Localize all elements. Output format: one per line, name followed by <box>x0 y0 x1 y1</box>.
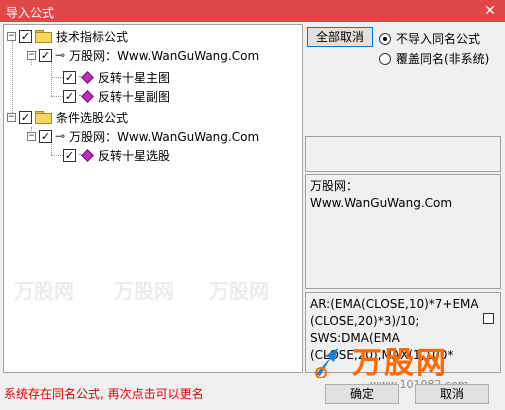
checkbox-checked[interactable]: ✓ <box>63 148 76 162</box>
folder-icon <box>35 111 52 124</box>
tree-group-label: 条件选股公式 <box>56 110 129 125</box>
cancel-button[interactable]: 取消 <box>415 384 489 404</box>
tree-item[interactable]: ✓ 反转十星选股 <box>63 146 170 164</box>
key-icon: ⊸ <box>55 129 66 143</box>
radio-selected-icon[interactable] <box>379 32 391 45</box>
cancel-all-button[interactable]: 全部取消 <box>307 27 373 47</box>
formula-gem-icon <box>79 90 92 103</box>
tree-group-screener[interactable]: − ✓ 条件选股公式 <box>7 108 128 126</box>
radio-label: 不导入同名公式 <box>396 32 481 46</box>
checkbox-checked[interactable]: ✓ <box>39 48 52 62</box>
tree-group-label: 技术指标公式 <box>56 29 129 44</box>
collapse-icon[interactable]: − <box>7 31 16 41</box>
options-panel: 全部取消 不导入同名公式 覆盖同名(非系统) 万股网： Www.WanGuWan… <box>305 24 502 373</box>
source-line: Www.WanGuWang.Com <box>310 196 453 210</box>
formula-line: (CLOSE,20),MAX(1,100* <box>310 348 454 362</box>
formula-line: (CLOSE,20)*3)/10; <box>310 314 420 328</box>
empty-info-box <box>305 136 501 172</box>
formula-line: SWS:DMA(EMA <box>310 331 400 345</box>
collapse-icon[interactable]: − <box>7 112 16 122</box>
close-icon[interactable]: ✕ <box>475 0 505 22</box>
checkbox-checked[interactable]: ✓ <box>19 110 32 124</box>
tree-source-label: 万股网：Www.WanGuWang.Com <box>69 129 260 144</box>
radio-label: 覆盖同名(非系统) <box>396 52 490 66</box>
tree-source-node[interactable]: − ✓ ⊸ 万股网：Www.WanGuWang.Com <box>27 46 259 64</box>
status-message: 系统存在同名公式, 再次点击可以更名 <box>4 387 204 401</box>
tree-connector <box>51 60 52 96</box>
tree-connector <box>51 155 63 156</box>
tree-connector <box>12 41 13 117</box>
watermark-text: 万股网 <box>14 279 74 303</box>
formula-tree[interactable]: − ✓ 技术指标公式 − ✓ ⊸ 万股网：Www.WanGuWang.Com ✓… <box>3 24 303 373</box>
window-title: 导入公式 <box>6 6 55 20</box>
title-bar: 导入公式 ✕ <box>0 0 505 22</box>
tree-source-label: 万股网：Www.WanGuWang.Com <box>69 48 260 63</box>
key-icon: ⊸ <box>55 48 66 62</box>
formula-line: AR:(EMA(CLOSE,10)*7+EMA <box>310 297 479 311</box>
preview-checkbox[interactable] <box>483 313 494 324</box>
collapse-icon[interactable]: − <box>27 131 36 141</box>
source-info-box: 万股网： Www.WanGuWang.Com <box>305 174 501 289</box>
ok-button[interactable]: 确定 <box>325 384 399 404</box>
formula-gem-icon <box>79 149 92 162</box>
folder-icon <box>35 30 52 43</box>
tree-item-label: 反转十星主图 <box>98 70 171 85</box>
checkbox-checked[interactable]: ✓ <box>19 29 32 43</box>
tree-source-node[interactable]: − ✓ ⊸ 万股网：Www.WanGuWang.Com <box>27 127 259 145</box>
tree-item[interactable]: ✓ 反转十星主图 <box>63 68 170 86</box>
checkbox-checked[interactable]: ✓ <box>63 89 76 103</box>
tree-item-label: 反转十星选股 <box>98 148 171 163</box>
radio-unselected-icon[interactable] <box>379 52 391 65</box>
watermark-text: 万股网 <box>114 279 174 303</box>
formula-preview[interactable]: AR:(EMA(CLOSE,10)*7+EMA (CLOSE,20)*3)/10… <box>305 292 501 373</box>
checkbox-checked[interactable]: ✓ <box>63 70 76 84</box>
tree-item[interactable]: ✓ 反转十星副图 <box>63 87 170 105</box>
tree-item-label: 反转十星副图 <box>98 89 171 104</box>
tree-connector <box>51 96 63 97</box>
source-line: 万股网： <box>310 179 359 193</box>
tree-group-indicator[interactable]: − ✓ 技术指标公式 <box>7 27 128 45</box>
radio-skip-duplicates[interactable]: 不导入同名公式 <box>379 30 480 47</box>
checkbox-checked[interactable]: ✓ <box>39 129 52 143</box>
formula-gem-icon <box>79 71 92 84</box>
collapse-icon[interactable]: − <box>27 50 36 60</box>
tree-connector <box>51 77 63 78</box>
radio-overwrite[interactable]: 覆盖同名(非系统) <box>379 50 489 67</box>
watermark-text: 万股网 <box>209 279 269 303</box>
